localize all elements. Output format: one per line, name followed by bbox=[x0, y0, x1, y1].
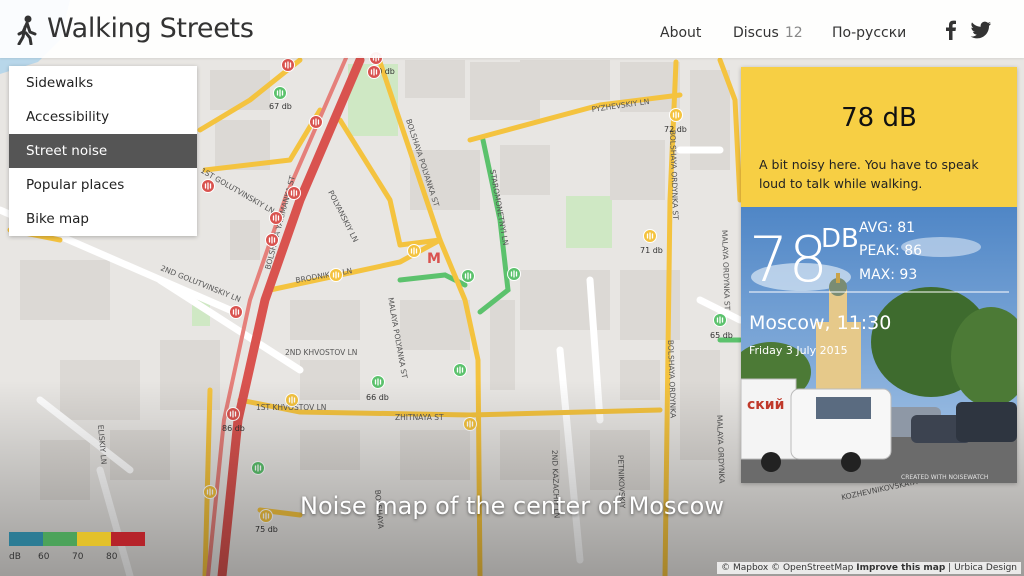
comment-count: 12 bbox=[784, 25, 803, 41]
improve-map-link[interactable]: Improve this map bbox=[856, 563, 945, 573]
osm-link[interactable]: © OpenStreetMap bbox=[771, 563, 853, 573]
designer-link[interactable]: Urbica Design bbox=[954, 563, 1017, 573]
legend-color-bar bbox=[9, 532, 145, 546]
menu-item-popular-places[interactable]: Popular places bbox=[9, 168, 197, 202]
sensor-marker[interactable] bbox=[201, 179, 215, 193]
sensor-marker[interactable] bbox=[407, 244, 421, 258]
photo-watermark: CREATED WITH NOISEWATCH bbox=[901, 474, 988, 481]
sensor-marker[interactable] bbox=[273, 86, 287, 100]
sensor-marker[interactable] bbox=[463, 417, 477, 431]
legend-swatch bbox=[43, 532, 77, 546]
sensor-label: 65 db bbox=[710, 331, 733, 340]
facebook-icon[interactable] bbox=[940, 19, 962, 41]
menu-item-street-noise[interactable]: Street noise bbox=[9, 134, 197, 168]
sensor-marker[interactable] bbox=[643, 229, 657, 243]
photo-image: ский 78 DB AVG: 81 PEAK: 86 MAX: 93 Mosc… bbox=[741, 207, 1017, 483]
sensor-marker[interactable] bbox=[265, 233, 279, 247]
sensor-marker[interactable] bbox=[309, 115, 323, 129]
sensor-info-panel: 78 dB A bit noisy here. You have to spea… bbox=[741, 67, 1017, 483]
noise-description: A bit noisy here. You have to speak loud… bbox=[759, 157, 979, 191]
legend-label-70: 70 bbox=[72, 552, 84, 562]
photo-date: Friday 3 July 2015 bbox=[749, 344, 848, 357]
sensor-marker[interactable] bbox=[269, 211, 283, 225]
mapbox-link[interactable]: © Mapbox bbox=[721, 563, 768, 573]
twitter-icon[interactable] bbox=[970, 19, 992, 41]
sensor-marker[interactable] bbox=[329, 268, 343, 282]
sensor-marker[interactable] bbox=[281, 58, 295, 72]
sensor-marker[interactable] bbox=[251, 461, 265, 475]
nav-discus[interactable]: Discus 12 bbox=[733, 25, 803, 41]
measurement-photo[interactable]: ский 78 DB AVG: 81 PEAK: 86 MAX: 93 Mosc… bbox=[741, 207, 1017, 483]
sensor-marker[interactable] bbox=[285, 393, 299, 407]
app-title[interactable]: Walking Streets bbox=[47, 13, 254, 44]
sensor-marker[interactable] bbox=[367, 65, 381, 79]
sensor-label: 66 db bbox=[366, 393, 389, 402]
street-label: 2ND KHVOSTOV LN bbox=[285, 348, 357, 357]
park bbox=[566, 196, 612, 248]
street-label: ZHITNAYA ST bbox=[395, 413, 444, 422]
metro-icon: M bbox=[427, 251, 441, 267]
sensor-marker[interactable] bbox=[669, 108, 683, 122]
menu-item-sidewalks[interactable]: Sidewalks bbox=[9, 66, 197, 100]
photo-place-time: Moscow, 11:30 bbox=[749, 312, 891, 334]
sensor-marker[interactable] bbox=[713, 313, 727, 327]
photo-noise-unit: DB bbox=[821, 224, 859, 254]
sensor-marker[interactable] bbox=[507, 267, 521, 281]
sensor-label: 71 db bbox=[640, 246, 663, 255]
photo-max: MAX: 93 bbox=[859, 267, 917, 283]
map-attribution: © Mapbox © OpenStreetMap Improve this ma… bbox=[717, 562, 1021, 574]
noise-summary: 78 dB A bit noisy here. You have to spea… bbox=[741, 67, 1017, 207]
noise-legend: dB 60 70 80 bbox=[9, 532, 145, 566]
nav-russian[interactable]: По-русски bbox=[832, 25, 906, 41]
sensor-label: 72 db bbox=[664, 125, 687, 134]
sensor-label: 86 db bbox=[222, 424, 245, 433]
legend-label-60: 60 bbox=[38, 552, 50, 562]
attribution-separator: | bbox=[948, 563, 952, 573]
sensor-marker[interactable] bbox=[371, 375, 385, 389]
map-caption: Noise map of the center of Moscow bbox=[300, 492, 724, 520]
legend-swatch bbox=[9, 532, 43, 546]
sensor-marker[interactable] bbox=[453, 363, 467, 377]
sensor-marker[interactable] bbox=[287, 186, 301, 200]
menu-item-bike-map[interactable]: Bike map bbox=[9, 202, 197, 236]
sensor-marker[interactable] bbox=[226, 407, 240, 421]
nav-discus-label: Discus bbox=[733, 25, 779, 41]
photo-peak: PEAK: 86 bbox=[859, 243, 922, 259]
layer-menu: Sidewalks Accessibility Street noise Popula… bbox=[9, 66, 197, 236]
sensor-label: 75 db bbox=[255, 525, 278, 534]
walking-person-icon bbox=[17, 15, 37, 45]
legend-labels: dB 60 70 80 bbox=[9, 552, 145, 566]
menu-item-accessibility[interactable]: Accessibility bbox=[9, 100, 197, 134]
legend-swatch bbox=[77, 532, 111, 546]
photo-avg: AVG: 81 bbox=[859, 220, 915, 236]
legend-swatch bbox=[111, 532, 145, 546]
legend-label-unit: dB bbox=[9, 552, 21, 562]
photo-noise-value: 78 bbox=[749, 223, 828, 296]
nav-about[interactable]: About bbox=[660, 25, 701, 41]
sensor-label: 67 db bbox=[269, 102, 292, 111]
legend-label-80: 80 bbox=[106, 552, 118, 562]
noise-level-value: 78 dB bbox=[841, 103, 917, 133]
sensor-marker[interactable] bbox=[229, 305, 243, 319]
truck-lettering: ский bbox=[747, 397, 784, 413]
sensor-marker[interactable] bbox=[461, 269, 475, 283]
top-bar: Walking Streets About Discus 12 По-русски bbox=[0, 0, 1024, 58]
